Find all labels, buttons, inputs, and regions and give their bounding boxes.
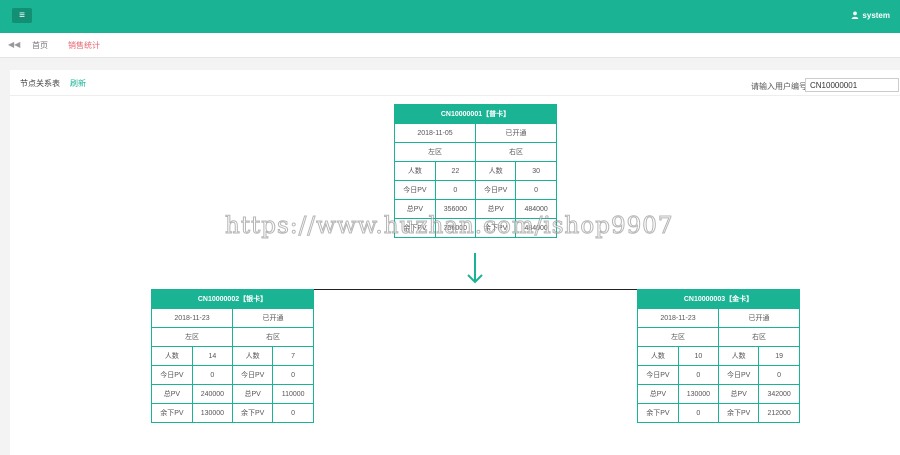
search-label: 请输入用户编号 xyxy=(751,82,807,91)
table-row: 2018-11-05 已开通 xyxy=(395,124,556,143)
table-row: 总PV 130000 总PV 342000 xyxy=(638,384,799,404)
table-row: 余下PV 130000 余下PV 0 xyxy=(152,403,313,422)
table-cell: 今日PV xyxy=(474,180,517,200)
table-cell: 总PV xyxy=(638,384,679,404)
table-cell: 342000 xyxy=(758,384,799,404)
table-cell: 14 xyxy=(191,346,234,366)
node-title[interactable]: CN10000003【金卡】 xyxy=(638,290,799,309)
table-cell: 人数 xyxy=(474,161,517,181)
table-cell: 总PV xyxy=(152,384,193,404)
user-menu[interactable]: system xyxy=(851,11,890,20)
top-navbar: ≡ system xyxy=(0,0,900,33)
table-cell: 0 xyxy=(677,365,720,385)
table-cell: 30 xyxy=(515,161,556,181)
table-cell: 0 xyxy=(191,365,234,385)
table-cell: 人数 xyxy=(395,161,436,181)
right-zone-label: 右区 xyxy=(718,327,799,347)
node-title[interactable]: CN10000002【银卡】 xyxy=(152,290,313,309)
table-cell: 19 xyxy=(758,346,799,366)
table-cell: 130000 xyxy=(677,384,720,404)
user-icon xyxy=(852,11,859,19)
user-id-search-input[interactable] xyxy=(805,78,899,92)
node-stats-table: 2018-11-23 已开通 左区 右区 人数 14 人数 7 今日PV 0 今日PV 0 总PV 240… xyxy=(152,309,313,422)
table-row: 2018-11-23 已开通 xyxy=(638,309,799,328)
table-cell: 人数 xyxy=(152,346,193,366)
table-row: 今日PV 0 今日PV 0 xyxy=(152,365,313,385)
tab-bar: ◀◀ 首页 销售统计 xyxy=(0,33,900,58)
table-cell: 余下PV xyxy=(231,403,274,422)
down-arrow-icon xyxy=(467,253,483,284)
table-cell: 人数 xyxy=(717,346,760,366)
connector-line xyxy=(313,289,638,290)
status-text: 已开通 xyxy=(475,124,556,143)
join-date: 2018-11-05 xyxy=(395,124,476,143)
node-card-right: CN10000003【金卡】 2018-11-23 已开通 左区 右区 人数 10 人数 19 今… xyxy=(637,289,800,423)
table-cell: 110000 xyxy=(272,384,313,404)
table-cell: 今日PV xyxy=(152,365,193,385)
right-zone-label: 右区 xyxy=(475,142,556,162)
status-text: 已开通 xyxy=(718,309,799,328)
table-cell: 0 xyxy=(434,180,477,200)
tab-sales-stats[interactable]: 销售统计 xyxy=(68,40,100,51)
refresh-link[interactable]: 刷新 xyxy=(70,78,86,89)
table-row: 人数 10 人数 19 xyxy=(638,346,799,366)
left-zone-label: 左区 xyxy=(152,327,233,347)
table-row: 今日PV 0 今日PV 0 xyxy=(638,365,799,385)
table-cell: 总PV xyxy=(231,384,274,404)
right-zone-label: 右区 xyxy=(232,327,313,347)
table-cell: 0 xyxy=(515,180,556,200)
table-row: 人数 22 人数 30 xyxy=(395,161,556,181)
double-chevron-left-icon[interactable]: ◀◀ xyxy=(8,40,20,49)
tab-home[interactable]: 首页 xyxy=(32,40,48,51)
table-cell: 240000 xyxy=(191,384,234,404)
table-cell: 0 xyxy=(677,403,720,422)
table-row: 左区 右区 xyxy=(395,142,556,162)
table-cell: 22 xyxy=(434,161,477,181)
table-row: 今日PV 0 今日PV 0 xyxy=(395,180,556,200)
table-row: 2018-11-23 已开通 xyxy=(152,309,313,328)
table-cell: 今日PV xyxy=(717,365,760,385)
divider xyxy=(10,95,900,96)
table-cell: 今日PV xyxy=(395,180,436,200)
table-row: 余下PV 0 余下PV 212000 xyxy=(638,403,799,422)
table-cell: 130000 xyxy=(191,403,234,422)
table-cell: 总PV xyxy=(717,384,760,404)
watermark: https://www.huzhan.com/ishop9907 xyxy=(224,213,674,240)
join-date: 2018-11-23 xyxy=(638,309,719,328)
table-cell: 余下PV xyxy=(152,403,193,422)
table-row: 人数 14 人数 7 xyxy=(152,346,313,366)
hamburger-icon[interactable]: ≡ xyxy=(12,8,32,23)
table-cell: 7 xyxy=(272,346,313,366)
join-date: 2018-11-23 xyxy=(152,309,233,328)
table-cell: 212000 xyxy=(758,403,799,422)
left-zone-label: 左区 xyxy=(395,142,476,162)
panel-title: 节点关系表 xyxy=(20,79,60,88)
node-card-left: CN10000002【银卡】 2018-11-23 已开通 左区 右区 人数 14 人数 7 今日… xyxy=(151,289,314,423)
table-cell: 今日PV xyxy=(231,365,274,385)
table-cell: 今日PV xyxy=(638,365,679,385)
table-cell: 0 xyxy=(272,403,313,422)
divider xyxy=(0,58,900,70)
table-cell: 余下PV xyxy=(638,403,679,422)
table-cell: 0 xyxy=(758,365,799,385)
table-cell: 人数 xyxy=(231,346,274,366)
table-row: 左区 右区 xyxy=(152,327,313,347)
table-row: 总PV 240000 总PV 110000 xyxy=(152,384,313,404)
table-row: 左区 右区 xyxy=(638,327,799,347)
status-text: 已开通 xyxy=(232,309,313,328)
user-name: system xyxy=(862,11,890,20)
table-cell: 余下PV xyxy=(717,403,760,422)
table-cell: 人数 xyxy=(638,346,679,366)
node-title[interactable]: CN10000001【普卡】 xyxy=(395,105,556,124)
table-cell: 10 xyxy=(677,346,720,366)
table-cell: 0 xyxy=(272,365,313,385)
left-zone-label: 左区 xyxy=(638,327,719,347)
node-stats-table: 2018-11-23 已开通 左区 右区 人数 10 人数 19 今日PV 0 今日PV 0 总PV 13… xyxy=(638,309,799,422)
